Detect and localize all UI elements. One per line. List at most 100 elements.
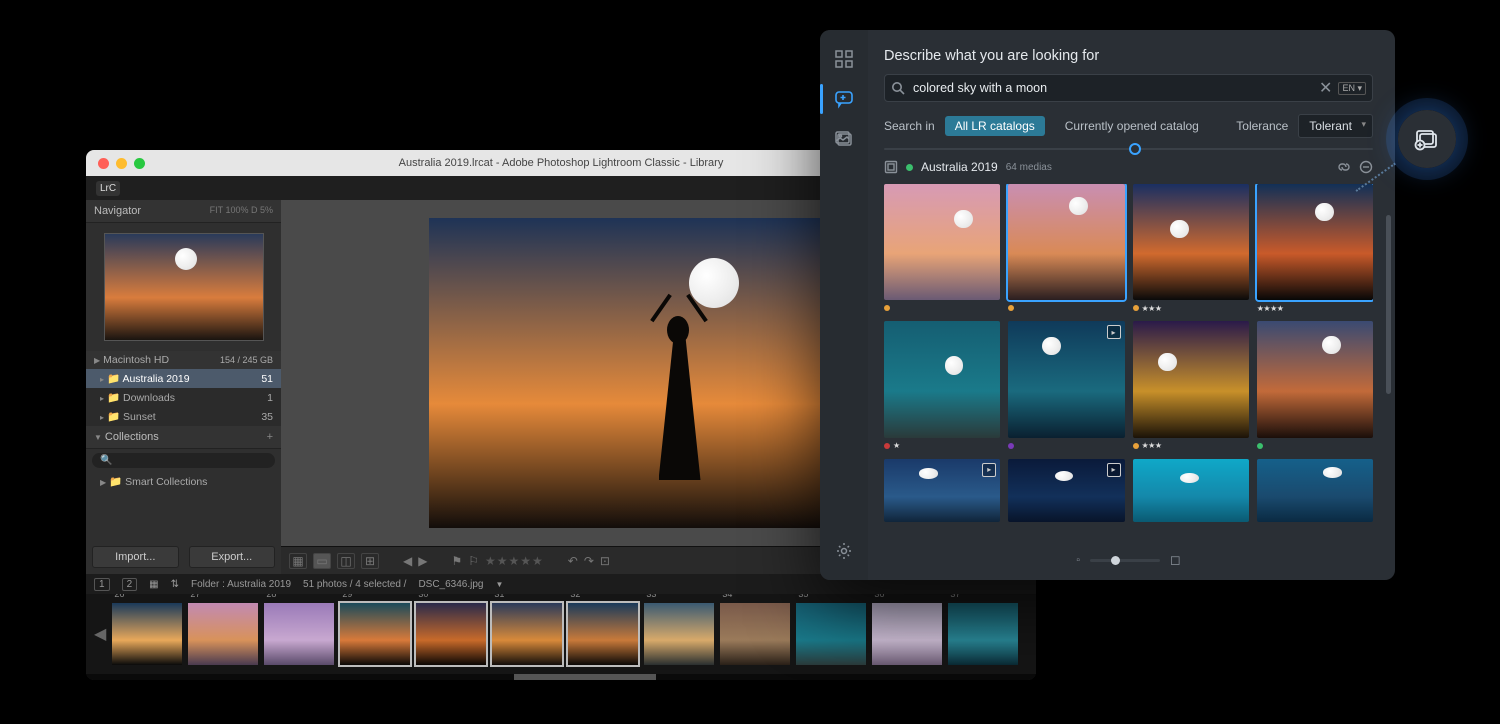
- result-card[interactable]: [1008, 184, 1124, 313]
- result-thumbnail[interactable]: [1257, 184, 1373, 300]
- grid-icon[interactable]: [833, 48, 855, 70]
- result-card[interactable]: ▸: [884, 459, 1000, 523]
- export-button[interactable]: Export...: [189, 546, 276, 568]
- filmstrip-thumbnail[interactable]: 26: [112, 603, 182, 665]
- navigator-zoom[interactable]: FIT 100% D 5%: [210, 205, 273, 217]
- minus-icon[interactable]: [1359, 160, 1373, 174]
- tolerance-slider[interactable]: [884, 148, 1373, 150]
- folder-row[interactable]: ▸📁 Australia 201951: [86, 369, 281, 388]
- filmstrip-thumbnail[interactable]: 27: [188, 603, 258, 665]
- search-input[interactable]: [911, 80, 1313, 96]
- flag-pick-icon[interactable]: ⚑: [451, 554, 462, 568]
- survey-view-icon[interactable]: ⊞: [361, 553, 379, 569]
- result-card[interactable]: [1133, 459, 1249, 523]
- result-card[interactable]: ★: [884, 321, 1000, 450]
- minimize-icon[interactable]: [116, 158, 127, 169]
- filmstrip-thumbnail[interactable]: 31: [492, 603, 562, 665]
- scope-all-catalogs[interactable]: All LR catalogs: [945, 116, 1045, 136]
- video-badge-icon: ▸: [982, 463, 996, 477]
- result-thumbnail[interactable]: [1133, 184, 1249, 300]
- language-selector[interactable]: EN ▾: [1338, 82, 1366, 95]
- smart-collections-row[interactable]: ▶📁 Smart Collections: [86, 472, 281, 491]
- filmstrip[interactable]: ◀ 262728293031323334353637: [86, 594, 1036, 674]
- chat-search-icon[interactable]: [833, 88, 855, 110]
- result-card[interactable]: ★★★: [1133, 184, 1249, 313]
- result-card[interactable]: ★★★: [1133, 321, 1249, 450]
- large-thumb-icon[interactable]: ◻: [1170, 552, 1181, 568]
- result-thumbnail[interactable]: [1257, 321, 1373, 437]
- small-thumb-icon[interactable]: ▫: [1076, 555, 1080, 566]
- collections-header[interactable]: ▼Collections +: [86, 426, 281, 449]
- result-card[interactable]: ★★★★: [1257, 184, 1373, 313]
- result-thumbnail[interactable]: ▸: [884, 459, 1000, 523]
- tolerance-label: Tolerance: [1236, 119, 1288, 133]
- rotate-right-icon[interactable]: ↷: [584, 554, 594, 568]
- crop-icon[interactable]: ⊡: [600, 554, 610, 568]
- results-scrollbar[interactable]: [1386, 215, 1391, 540]
- dropdown-icon[interactable]: ▼: [495, 580, 503, 589]
- filmstrip-thumbnail[interactable]: 30: [416, 603, 486, 665]
- frame-index: 26: [114, 594, 124, 599]
- next-flag-icon[interactable]: ▶: [418, 554, 427, 568]
- folder-name: Downloads: [123, 392, 175, 404]
- screen-2-badge[interactable]: 2: [122, 578, 138, 591]
- folder-row[interactable]: ▸📁 Sunset35: [86, 407, 281, 426]
- filmstrip-thumbnail[interactable]: 34: [720, 603, 790, 665]
- result-thumbnail[interactable]: [1257, 459, 1373, 523]
- grid-view-icon[interactable]: ▦: [289, 553, 307, 569]
- tolerance-select[interactable]: Tolerant: [1298, 114, 1373, 138]
- result-card[interactable]: ▸: [1008, 321, 1124, 450]
- result-thumbnail[interactable]: [884, 321, 1000, 437]
- clear-icon[interactable]: ✕: [1319, 78, 1332, 98]
- result-card[interactable]: ▸: [1008, 459, 1124, 523]
- result-thumbnail[interactable]: [1133, 459, 1249, 523]
- close-icon[interactable]: [98, 158, 109, 169]
- result-card[interactable]: [1257, 459, 1373, 523]
- filmstrip-thumbnail[interactable]: 33: [644, 603, 714, 665]
- result-thumbnail[interactable]: [884, 184, 1000, 300]
- navigator-thumbnail[interactable]: [104, 233, 264, 341]
- screen-1-badge[interactable]: 1: [94, 578, 110, 591]
- filmstrip-scrollbar[interactable]: [86, 674, 1036, 680]
- filmstrip-thumbnail[interactable]: 29: [340, 603, 410, 665]
- result-card[interactable]: [1257, 321, 1373, 450]
- collection-name[interactable]: Australia 2019: [921, 160, 998, 174]
- prev-flag-icon[interactable]: ◀: [403, 554, 412, 568]
- navigator-header[interactable]: Navigator FIT 100% D 5%: [86, 200, 281, 223]
- folder-row[interactable]: ▸📁 Downloads1: [86, 388, 281, 407]
- grid-size-icon[interactable]: ▦: [149, 579, 158, 590]
- frame-index: 29: [342, 594, 352, 599]
- rotate-left-icon[interactable]: ↶: [568, 554, 578, 568]
- filmstrip-thumbnail[interactable]: 32: [568, 603, 638, 665]
- thumbnail-size-slider[interactable]: [1090, 559, 1160, 562]
- filmstrip-thumbnail[interactable]: 36: [872, 603, 942, 665]
- flag-reject-icon[interactable]: ⚐: [468, 554, 479, 568]
- result-thumbnail[interactable]: [1133, 321, 1249, 437]
- status-dot-icon: [906, 164, 913, 171]
- compare-view-icon[interactable]: ◫: [337, 553, 355, 569]
- result-thumbnail[interactable]: ▸: [1008, 321, 1124, 437]
- collections-filter[interactable]: 🔍: [92, 453, 275, 468]
- volume-header[interactable]: ▶Macintosh HD 154 / 245 GB: [86, 351, 281, 369]
- images-icon[interactable]: [833, 128, 855, 150]
- loupe-view-icon[interactable]: ▭: [313, 553, 331, 569]
- filmstrip-left-icon[interactable]: ◀: [94, 624, 106, 644]
- scope-current-catalog[interactable]: Currently opened catalog: [1055, 116, 1209, 136]
- add-to-collection-button[interactable]: [1398, 110, 1456, 168]
- result-thumbnail[interactable]: [1008, 184, 1124, 300]
- filmstrip-thumbnail[interactable]: 37: [948, 603, 1018, 665]
- result-thumbnail[interactable]: ▸: [1008, 459, 1124, 523]
- result-card[interactable]: [884, 184, 1000, 313]
- sort-icon[interactable]: ⇅: [171, 579, 179, 590]
- link-icon[interactable]: [1337, 160, 1351, 174]
- rating-stars[interactable]: ★★★★★: [485, 554, 544, 568]
- filmstrip-thumbnail[interactable]: 35: [796, 603, 866, 665]
- import-button[interactable]: Import...: [92, 546, 179, 568]
- settings-icon[interactable]: [833, 540, 855, 562]
- filmstrip-thumbnail[interactable]: 28: [264, 603, 334, 665]
- search-sidebar: [820, 30, 868, 580]
- zoom-icon[interactable]: [134, 158, 145, 169]
- frame-index: 33: [646, 594, 656, 599]
- catalog-icon[interactable]: [884, 160, 898, 174]
- add-icon[interactable]: +: [267, 431, 273, 443]
